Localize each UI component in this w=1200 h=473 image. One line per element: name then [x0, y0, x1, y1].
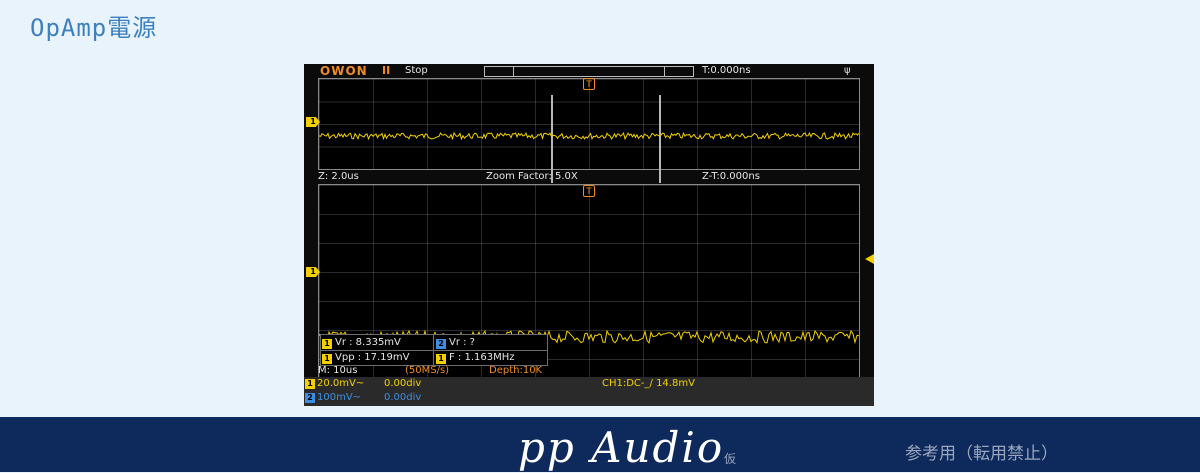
site-logo: pp Audio — [518, 423, 725, 472]
ch2-scale: 100mV~ — [317, 392, 362, 403]
ch1-main-trace — [319, 131, 859, 141]
zoom-offset: Z-T:0.000ns — [702, 171, 760, 182]
ch1-badge: 1 — [305, 379, 315, 389]
sample-rate: (50MS/s) — [405, 365, 450, 376]
channel-badge: 1 — [322, 354, 332, 364]
run-state: Stop — [405, 65, 428, 76]
measurement-item: 1 Vpp : 17.19mV — [321, 350, 433, 365]
trigger-info: CH1:DC-_/ 14.8mV — [602, 378, 695, 389]
ch1-status-row: 1 20.0mV~ 0.00div CH1:DC-_/ 14.8mV — [304, 377, 874, 391]
timebase: M: 10us — [318, 365, 358, 376]
measurement-item: 2 Vr : ? — [435, 335, 547, 350]
site-footer: pp Audio 仮 参考用（転用禁止） — [0, 417, 1200, 472]
trigger-level-icon — [865, 254, 874, 264]
zoom-info-bar: Z: 2.0us Zoom Factor: 5.0X Z-T:0.000ns — [304, 170, 874, 184]
zoom-factor: Zoom Factor: 5.0X — [486, 171, 578, 182]
measurement-value: Vr : 8.335mV — [335, 337, 401, 348]
memory-depth: Depth:10K — [489, 365, 543, 376]
channel-badge: 2 — [436, 339, 446, 349]
measurement-item: 1F : 1.163MHz — [435, 350, 547, 365]
ch2-position: 0.00div — [384, 392, 422, 403]
trigger-time-marker: T — [583, 78, 595, 90]
usb-icon: ψ — [844, 65, 851, 76]
logo-subtitle: 仮 — [724, 452, 737, 466]
measurement-value: Vpp : 17.19mV — [335, 352, 410, 363]
measurement-value: Vr : ? — [449, 337, 475, 348]
acquisition-info: M: 10us (50MS/s) Depth:10K — [304, 365, 874, 377]
trigger-position: T:0.000ns — [702, 65, 751, 76]
page-title: OpAmp電源 — [30, 14, 158, 42]
ch1-position: 0.00div — [384, 378, 422, 389]
memory-view-window — [513, 67, 665, 76]
memory-position-bar — [484, 66, 694, 77]
scope-brand-logo: OWON — [320, 64, 368, 78]
trigger-time-marker-zoomed: T — [583, 185, 595, 197]
ch2-badge: 2 — [305, 393, 315, 403]
ch2-status-row: 2 100mV~ 0.00div — [304, 391, 874, 405]
usage-note: 参考用（転用禁止） — [905, 444, 1058, 464]
pause-icon: II — [382, 64, 391, 77]
measurement-panel: 1 Vr : 8.335mV 2 Vr : ? 1 Vpp : 17.19mV 1F … — [320, 334, 548, 366]
measurement-item: 1 Vr : 8.335mV — [321, 335, 433, 350]
oscilloscope-screen: OWON II Stop T:0.000ns ψ T 1 Z: 2.0us Zo… — [304, 64, 874, 406]
scope-top-bar: OWON II Stop T:0.000ns ψ — [304, 64, 874, 78]
channel-status-bar: 1 20.0mV~ 0.00div CH1:DC-_/ 14.8mV 2 100… — [304, 377, 874, 406]
zoom-scale: Z: 2.0us — [318, 171, 359, 182]
measurement-value: F : 1.163MHz — [449, 352, 515, 363]
channel-badge: 1 — [436, 354, 446, 364]
main-waveform-grid — [318, 78, 860, 183]
channel-badge: 1 — [322, 339, 332, 349]
ch1-scale: 20.0mV~ — [317, 378, 365, 389]
